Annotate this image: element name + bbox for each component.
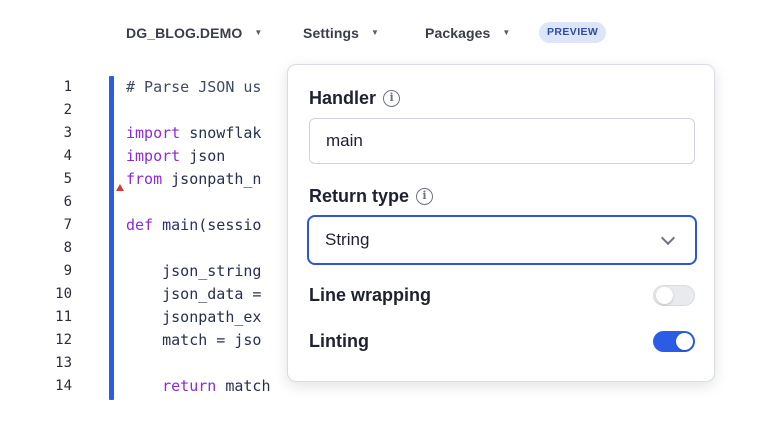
code-line: import json bbox=[126, 145, 225, 168]
code-line: jsonpath_ex bbox=[126, 306, 261, 329]
code-token: jsonpath_n bbox=[162, 170, 262, 188]
return-type-label: Return type i bbox=[309, 184, 434, 208]
handler-label-text: Handler bbox=[309, 88, 377, 108]
code-token: json_string bbox=[126, 262, 262, 280]
line-number: 10 bbox=[55, 286, 72, 302]
packages-menu[interactable]: Packages ▼ bbox=[425, 24, 510, 42]
comment-token: # Parse JSON us bbox=[126, 78, 262, 96]
code-line: return match bbox=[126, 375, 271, 398]
keyword-token: return bbox=[126, 377, 217, 395]
code-line: json_string bbox=[126, 260, 261, 283]
line-number: 9 bbox=[63, 263, 72, 279]
linting-row: Linting bbox=[309, 328, 695, 354]
keyword-token: import bbox=[126, 124, 181, 142]
packages-menu-label: Packages bbox=[425, 25, 491, 41]
code-token: match bbox=[216, 377, 271, 395]
database-selector-label: DG_BLOG.DEMO bbox=[126, 25, 243, 41]
keyword-token: from bbox=[126, 170, 163, 188]
line-number: 7 bbox=[63, 217, 72, 233]
line-number: 3 bbox=[63, 125, 72, 141]
settings-menu-label: Settings bbox=[303, 25, 360, 41]
line-number: 4 bbox=[63, 148, 72, 164]
code-line: import snowflak bbox=[126, 122, 261, 145]
linting-toggle[interactable] bbox=[653, 330, 695, 352]
code-token: match = jso bbox=[126, 331, 262, 349]
keyword-token: def bbox=[126, 216, 154, 234]
code-line: json_data = bbox=[126, 283, 261, 306]
code-line: # Parse JSON us bbox=[126, 76, 261, 99]
toggle-knob bbox=[676, 332, 693, 350]
line-number: 12 bbox=[55, 332, 72, 348]
keyword-token: import bbox=[126, 147, 181, 165]
line-number: 8 bbox=[63, 240, 72, 256]
function-name-token: main bbox=[153, 216, 199, 234]
settings-menu[interactable]: Settings ▼ bbox=[303, 24, 379, 42]
code-line: from jsonpath_n bbox=[126, 168, 261, 191]
preview-badge: PREVIEW bbox=[539, 22, 607, 43]
line-number: 6 bbox=[63, 194, 72, 210]
line-number: 11 bbox=[55, 309, 72, 325]
caret-down-icon: ▼ bbox=[502, 28, 511, 37]
code-token: snowflak bbox=[180, 124, 262, 142]
return-type-select[interactable]: String bbox=[307, 215, 697, 265]
line-wrapping-row: Line wrapping bbox=[309, 282, 695, 308]
code-token: (sessio bbox=[198, 216, 262, 234]
info-icon[interactable]: i bbox=[416, 187, 434, 205]
editor-toolbar: DG_BLOG.DEMO ▼ Settings ▼ Packages ▼ PRE… bbox=[0, 0, 768, 64]
code-line: def main(sessio bbox=[126, 214, 261, 237]
toggle-knob bbox=[656, 286, 673, 304]
linting-label: Linting bbox=[309, 330, 369, 351]
modified-lines-indicator bbox=[109, 76, 114, 400]
database-selector[interactable]: DG_BLOG.DEMO ▼ bbox=[126, 24, 262, 42]
handler-label: Handler i bbox=[309, 86, 401, 110]
warning-marker-icon[interactable] bbox=[116, 184, 124, 191]
line-number: 14 bbox=[55, 378, 72, 394]
code-line: match = jso bbox=[126, 329, 261, 352]
line-number: 5 bbox=[63, 171, 72, 187]
code-token: jsonpath_ex bbox=[126, 308, 262, 326]
line-number: 13 bbox=[55, 355, 72, 371]
line-wrapping-toggle[interactable] bbox=[653, 284, 695, 306]
handler-input[interactable] bbox=[309, 118, 695, 164]
code-token: json_data = bbox=[126, 285, 262, 303]
line-wrapping-label: Line wrapping bbox=[309, 284, 432, 305]
caret-down-icon: ▼ bbox=[371, 28, 380, 37]
line-number: 1 bbox=[63, 79, 72, 95]
info-icon[interactable]: i bbox=[383, 89, 401, 107]
settings-popover: Handler i Return type i String Line wrap… bbox=[287, 64, 715, 382]
return-type-label-text: Return type bbox=[309, 186, 410, 206]
code-token: json bbox=[180, 147, 226, 165]
caret-down-icon: ▼ bbox=[254, 28, 263, 37]
chevron-down-icon bbox=[660, 230, 676, 245]
return-type-value: String bbox=[325, 230, 370, 249]
line-number: 2 bbox=[63, 102, 72, 118]
